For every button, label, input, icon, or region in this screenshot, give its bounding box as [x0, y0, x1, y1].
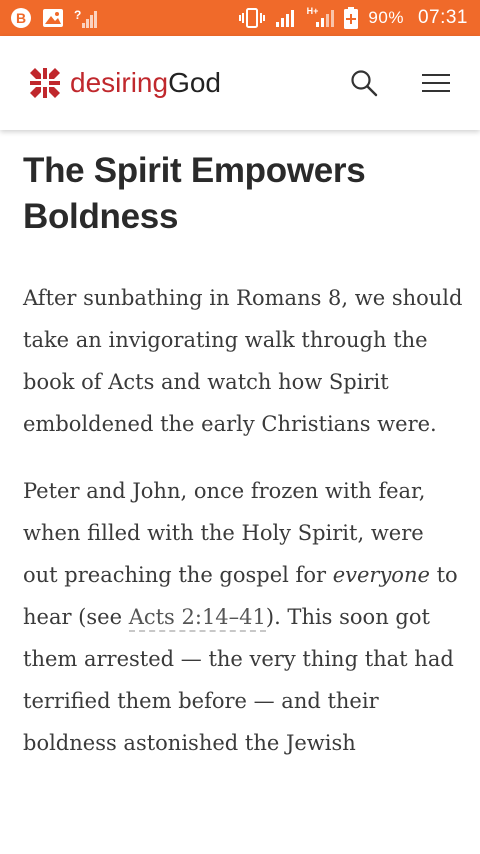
- gallery-icon: [42, 8, 64, 28]
- status-bar: B ? H+ 90% 07:31: [0, 0, 480, 36]
- browser-icon: B: [10, 7, 32, 29]
- svg-text:?: ?: [74, 8, 81, 22]
- paragraph-2-emphasis: everyone: [332, 563, 430, 587]
- signal-icon: [275, 8, 297, 28]
- paragraph-2: Peter and John, once frozen with fear, w…: [23, 470, 463, 764]
- section-heading-line2: Boldness: [23, 197, 179, 236]
- logo-god: God: [168, 67, 221, 98]
- logo-wordmark: desiringGod: [70, 69, 221, 97]
- site-header: desiringGod: [0, 36, 480, 130]
- battery-percent: 90%: [368, 8, 404, 27]
- paragraph-1: After sunbathing in Romans 8, we should …: [23, 286, 463, 436]
- section-heading-line1: The Spirit Empowers: [23, 151, 366, 190]
- desiring-god-logo-icon: [30, 68, 60, 98]
- network-type: H+: [306, 6, 319, 16]
- vibrate-icon: [238, 7, 265, 29]
- article-body: The Spirit Empowers Boldness After sunba…: [23, 148, 463, 764]
- battery-charging-icon: [344, 7, 359, 29]
- scripture-reference-link[interactable]: Acts 2:14–41: [128, 605, 266, 632]
- clock: 07:31: [417, 7, 468, 28]
- svg-text:B: B: [16, 10, 26, 26]
- menu-icon[interactable]: [422, 73, 450, 93]
- search-icon[interactable]: [350, 69, 378, 97]
- section-heading: The Spirit Empowers Boldness: [23, 148, 463, 240]
- mobile-data-signal-icon: H+: [306, 6, 335, 28]
- no-sim-signal-icon: ?: [74, 7, 98, 29]
- site-logo[interactable]: desiringGod: [30, 68, 221, 98]
- logo-desiring: desiring: [70, 67, 169, 98]
